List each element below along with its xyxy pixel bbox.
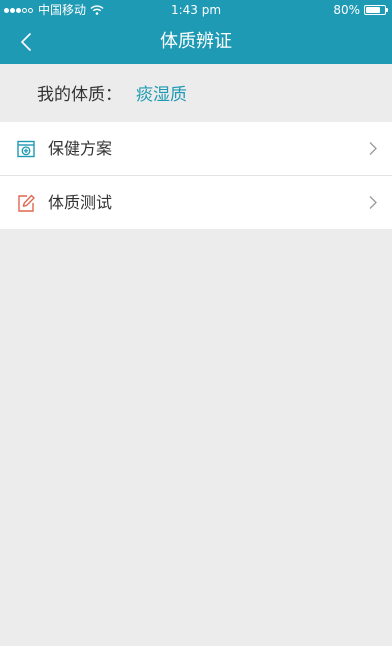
status-bar: 中国移动 1:43 pm 80% — [0, 0, 392, 20]
chevron-right-icon — [369, 196, 377, 209]
battery-percentage: 80% — [333, 3, 360, 17]
edit-icon — [18, 194, 35, 212]
battery-fill — [366, 7, 381, 13]
menu-list: 保健方案 体质测试 — [0, 122, 392, 229]
menu-item-constitution-test[interactable]: 体质测试 — [0, 175, 392, 229]
constitution-label: 我的体质： — [37, 84, 122, 105]
status-right: 80% — [333, 0, 388, 20]
chevron-right-icon — [369, 142, 377, 155]
my-constitution-row: 我的体质： 痰湿质 — [0, 64, 392, 120]
health-plan-icon — [17, 140, 35, 158]
page-title: 体质辨证 — [160, 31, 232, 52]
battery-icon — [364, 5, 388, 15]
menu-item-label: 体质测试 — [48, 193, 113, 212]
menu-item-health-plan[interactable]: 保健方案 — [0, 122, 392, 175]
header: 中国移动 1:43 pm 80% 体质辨证 — [0, 0, 392, 64]
constitution-value: 痰湿质 — [136, 84, 187, 105]
nav-bar: 体质辨证 — [0, 20, 392, 64]
menu-item-label: 保健方案 — [48, 139, 113, 158]
